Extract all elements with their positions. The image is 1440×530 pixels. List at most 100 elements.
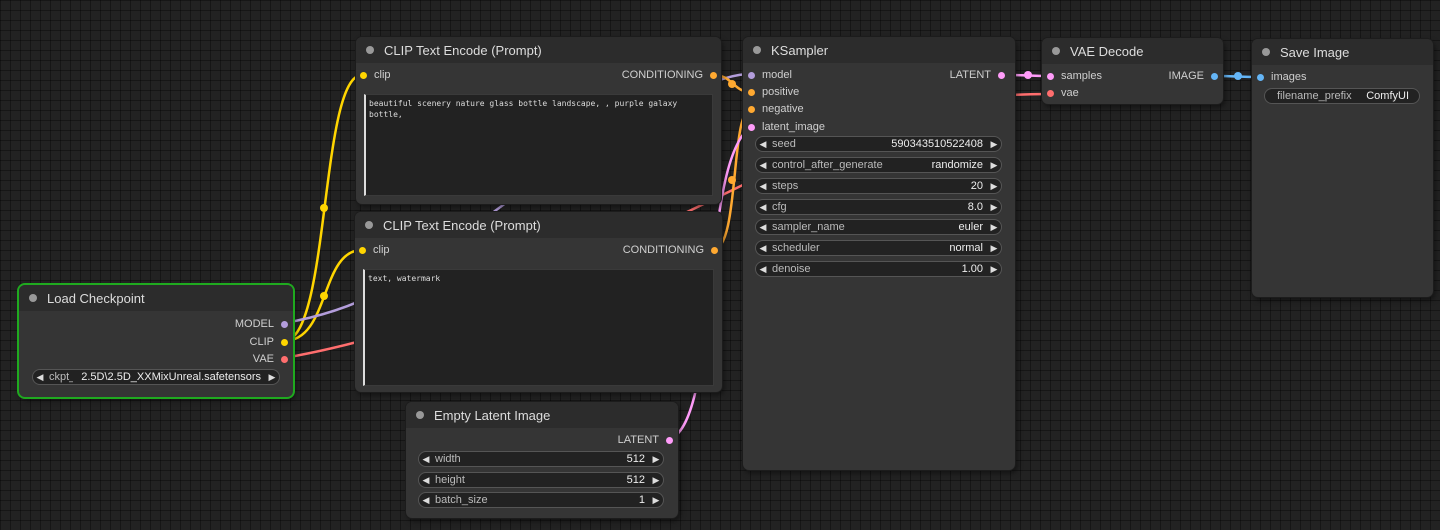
widget-sampler-name[interactable]: ◀ sampler_name euler ▶ — [755, 219, 1002, 235]
output-port-vae[interactable] — [281, 356, 288, 363]
collapse-dot-icon[interactable] — [1262, 48, 1270, 56]
decrement-arrow-icon[interactable]: ◀ — [419, 495, 433, 506]
decrement-arrow-icon[interactable]: ◀ — [756, 202, 770, 213]
input-port-vae[interactable] — [1047, 90, 1054, 97]
output-port-image[interactable] — [1211, 73, 1218, 80]
input-latent-image[interactable]: latent_image — [748, 121, 825, 133]
slot-label: LATENT — [617, 434, 659, 446]
output-clip[interactable]: CLIP — [250, 336, 288, 348]
input-port-latent-image[interactable] — [748, 124, 755, 131]
node-load-checkpoint[interactable]: Load Checkpoint MODEL CLIP VAE ◀ ckpt_na… — [19, 285, 293, 397]
increment-arrow-icon[interactable]: ▶ — [649, 454, 663, 465]
decrement-arrow-icon[interactable]: ◀ — [756, 139, 770, 150]
collapse-dot-icon[interactable] — [365, 221, 373, 229]
prompt-textarea[interactable]: text, watermark — [363, 269, 714, 386]
decrement-arrow-icon[interactable]: ◀ — [756, 264, 770, 275]
output-conditioning[interactable]: CONDITIONING — [622, 69, 717, 81]
node-title: Load Checkpoint — [47, 290, 145, 306]
output-model[interactable]: MODEL — [235, 318, 288, 330]
output-port-conditioning[interactable] — [711, 247, 718, 254]
collapse-dot-icon[interactable] — [416, 411, 424, 419]
increment-arrow-icon[interactable]: ▶ — [987, 202, 1001, 213]
input-samples[interactable]: samples — [1047, 70, 1102, 82]
widget-seed[interactable]: ◀ seed 590343510522408 ▶ — [755, 136, 1002, 152]
slot-label: LATENT — [949, 69, 991, 81]
node-title: Empty Latent Image — [434, 407, 551, 423]
input-positive[interactable]: positive — [748, 86, 799, 98]
input-images[interactable]: images — [1257, 71, 1306, 83]
input-model[interactable]: model — [748, 69, 792, 81]
output-port-latent[interactable] — [998, 72, 1005, 79]
node-header[interactable]: KSampler — [743, 37, 1015, 63]
increment-arrow-icon[interactable]: ▶ — [987, 243, 1001, 254]
node-vae-decode[interactable]: VAE Decode samples vae IMAGE — [1042, 38, 1223, 104]
output-vae[interactable]: VAE — [253, 353, 288, 365]
output-latent[interactable]: LATENT — [950, 69, 1005, 81]
node-clip-text-encode-positive[interactable]: CLIP Text Encode (Prompt) clip CONDITION… — [356, 37, 721, 204]
node-save-image[interactable]: Save Image images filename_prefix ComfyU… — [1252, 39, 1433, 297]
node-ksampler[interactable]: KSampler model positive negative latent_… — [743, 37, 1015, 470]
increment-arrow-icon[interactable]: ▶ — [987, 264, 1001, 275]
widget-filename-prefix[interactable]: filename_prefix ComfyUI — [1264, 88, 1420, 104]
slot-label: model — [762, 69, 792, 81]
output-image[interactable]: IMAGE — [1169, 70, 1218, 82]
increment-arrow-icon[interactable]: ▶ — [987, 139, 1001, 150]
collapse-dot-icon[interactable] — [1052, 47, 1060, 55]
node-clip-text-encode-negative[interactable]: CLIP Text Encode (Prompt) clip CONDITION… — [355, 212, 722, 392]
slot-label: clip — [374, 69, 391, 81]
output-latent[interactable]: LATENT — [618, 434, 673, 446]
input-port-clip[interactable] — [360, 72, 367, 79]
output-port-model[interactable] — [281, 321, 288, 328]
widget-scheduler[interactable]: ◀ scheduler normal ▶ — [755, 240, 1002, 256]
collapse-dot-icon[interactable] — [366, 46, 374, 54]
widget-width[interactable]: ◀ width 512 ▶ — [418, 451, 664, 467]
node-empty-latent-image[interactable]: Empty Latent Image LATENT ◀ width 512 ▶ … — [406, 402, 678, 518]
output-port-conditioning[interactable] — [710, 72, 717, 79]
input-port-clip[interactable] — [359, 247, 366, 254]
output-port-clip[interactable] — [281, 339, 288, 346]
widget-batch-size[interactable]: ◀ batch_size 1 ▶ — [418, 492, 664, 508]
widget-label: filename_prefix — [1277, 90, 1352, 102]
input-port-negative[interactable] — [748, 106, 755, 113]
increment-arrow-icon[interactable]: ▶ — [987, 222, 1001, 233]
input-clip[interactable]: clip — [359, 244, 390, 256]
output-conditioning[interactable]: CONDITIONING — [623, 244, 718, 256]
output-port-latent[interactable] — [666, 437, 673, 444]
node-header[interactable]: Empty Latent Image — [406, 402, 678, 428]
increment-arrow-icon[interactable]: ▶ — [649, 475, 663, 486]
widget-value: 512 — [626, 474, 645, 486]
node-header[interactable]: Load Checkpoint — [19, 285, 293, 311]
increment-arrow-icon[interactable]: ▶ — [987, 160, 1001, 171]
widget-height[interactable]: ◀ height 512 ▶ — [418, 472, 664, 488]
increment-arrow-icon[interactable]: ▶ — [649, 495, 663, 506]
node-header[interactable]: CLIP Text Encode (Prompt) — [356, 37, 721, 63]
widget-steps[interactable]: ◀ steps 20 ▶ — [755, 178, 1002, 194]
widget-control-after-generate[interactable]: ◀ control_after_generate randomize ▶ — [755, 157, 1002, 173]
input-port-model[interactable] — [748, 72, 755, 79]
input-port-images[interactable] — [1257, 74, 1264, 81]
decrement-arrow-icon[interactable]: ◀ — [756, 160, 770, 171]
input-port-positive[interactable] — [748, 89, 755, 96]
decrement-arrow-icon[interactable]: ◀ — [419, 454, 433, 465]
prompt-textarea[interactable]: beautiful scenery nature glass bottle la… — [364, 94, 713, 196]
increment-arrow-icon[interactable]: ▶ — [265, 372, 279, 383]
decrement-arrow-icon[interactable]: ◀ — [756, 222, 770, 233]
slot-label: MODEL — [234, 318, 274, 330]
collapse-dot-icon[interactable] — [29, 294, 37, 302]
input-clip[interactable]: clip — [360, 69, 391, 81]
widget-ckpt-name[interactable]: ◀ ckpt_name 2.5D\2.5D_XXMixUnreal.safete… — [32, 369, 280, 385]
input-negative[interactable]: negative — [748, 103, 804, 115]
collapse-dot-icon[interactable] — [753, 46, 761, 54]
node-header[interactable]: Save Image — [1252, 39, 1433, 65]
input-vae[interactable]: vae — [1047, 87, 1079, 99]
decrement-arrow-icon[interactable]: ◀ — [756, 243, 770, 254]
decrement-arrow-icon[interactable]: ◀ — [756, 181, 770, 192]
node-header[interactable]: CLIP Text Encode (Prompt) — [355, 212, 722, 238]
input-port-samples[interactable] — [1047, 73, 1054, 80]
decrement-arrow-icon[interactable]: ◀ — [33, 372, 47, 383]
increment-arrow-icon[interactable]: ▶ — [987, 181, 1001, 192]
widget-denoise[interactable]: ◀ denoise 1.00 ▶ — [755, 261, 1002, 277]
widget-cfg[interactable]: ◀ cfg 8.0 ▶ — [755, 199, 1002, 215]
decrement-arrow-icon[interactable]: ◀ — [419, 475, 433, 486]
node-header[interactable]: VAE Decode — [1042, 38, 1223, 64]
